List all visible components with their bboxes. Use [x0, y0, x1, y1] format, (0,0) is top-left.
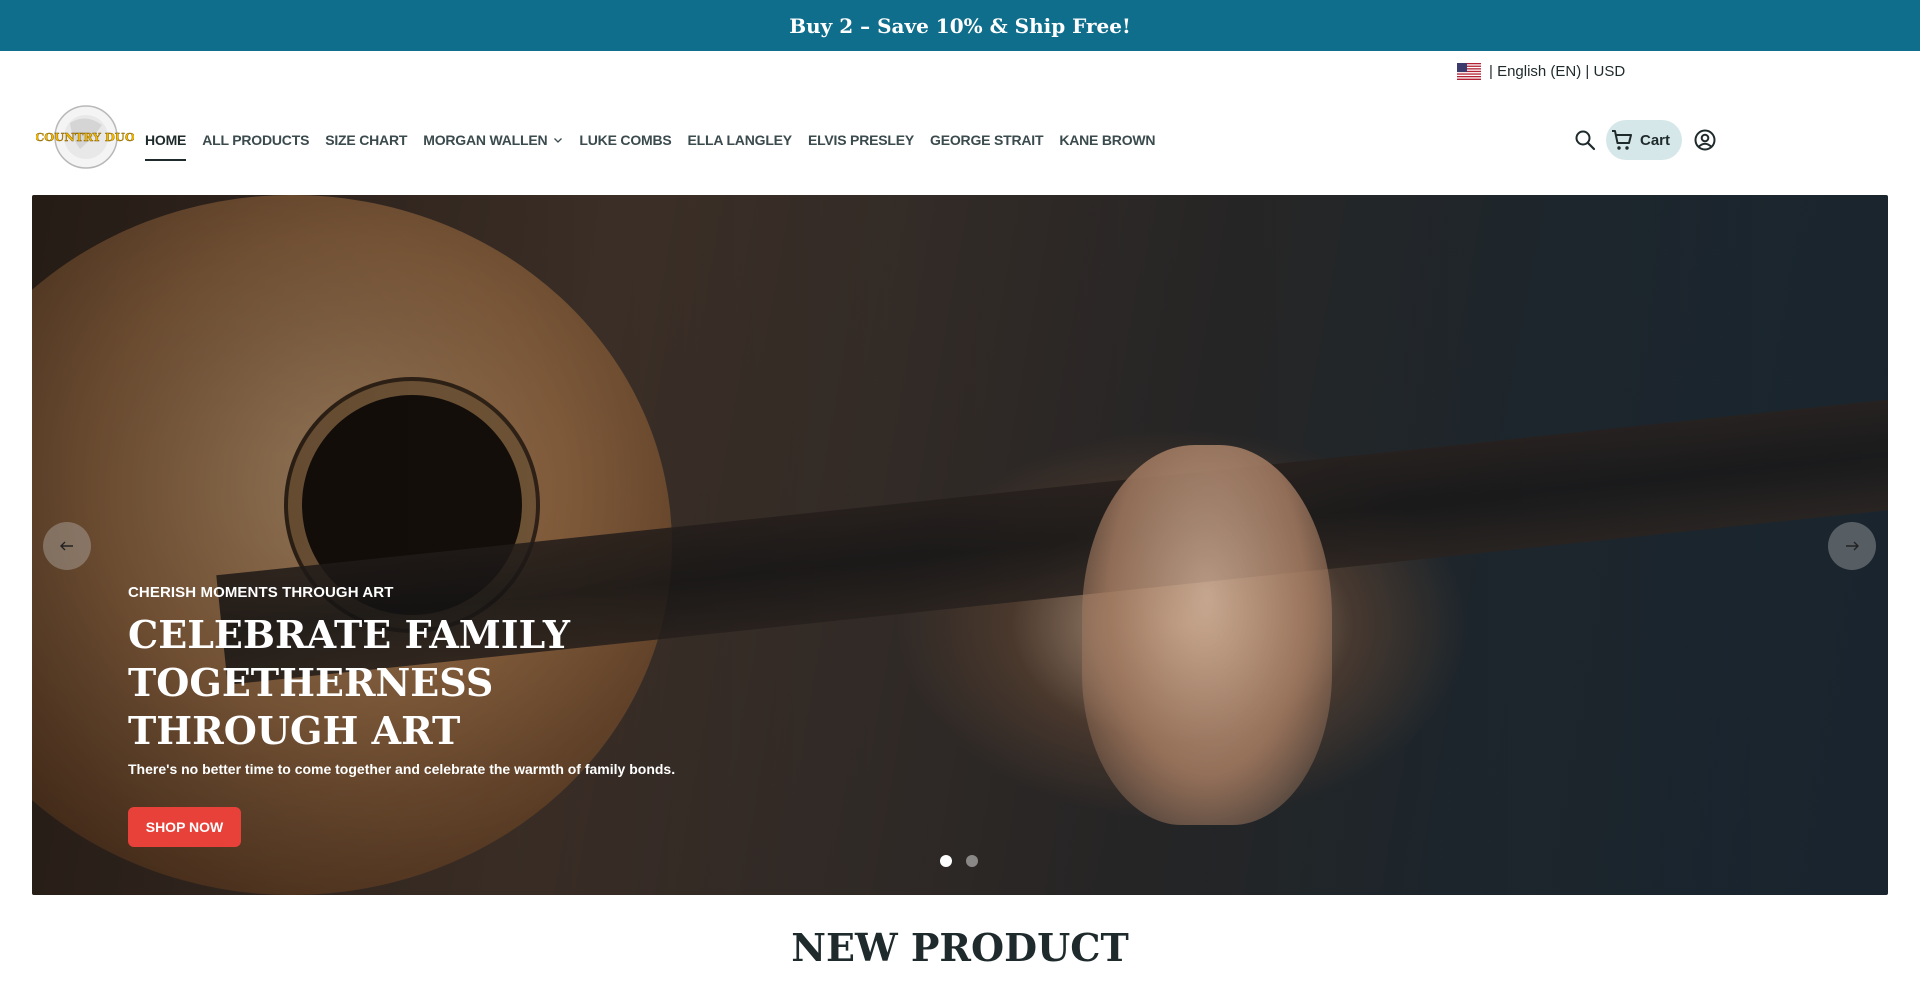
- nav-label: HOME: [145, 132, 187, 148]
- locale-text: | English (EN) | USD: [1489, 63, 1626, 80]
- hero-title: CELEBRATE FAMILY TOGETHERNESS THROUGH AR…: [128, 611, 888, 755]
- cart-label: Cart: [1640, 131, 1671, 149]
- account-button[interactable]: [1690, 125, 1720, 155]
- arrow-right-icon: [1846, 541, 1859, 551]
- nav-item-all-products[interactable]: ALL PRODUCTS: [202, 125, 309, 155]
- logo-image: COUNTRY DUO: [35, 105, 135, 169]
- arrow-left-icon: [60, 541, 73, 551]
- logo-text: COUNTRY DUO: [36, 130, 134, 144]
- search-button[interactable]: [1570, 125, 1600, 155]
- hero-subtitle: There's no better time to come together …: [128, 761, 676, 777]
- slide-prev-button[interactable]: [43, 522, 91, 570]
- locale-bar: | English (EN) | USD: [0, 51, 1920, 95]
- hero-slideshow: CHERISH MOMENTS THROUGH ART CELEBRATE FA…: [32, 195, 1888, 895]
- locale-selector[interactable]: | English (EN) | USD: [1457, 63, 1625, 80]
- nav-label: MORGAN WALLEN: [423, 132, 548, 148]
- announcement-text: Buy 2 – Save 10% & Ship Free!: [789, 13, 1131, 38]
- nav-item-ella-langley[interactable]: ELLA LANGLEY: [687, 125, 793, 155]
- hero-title-line: CELEBRATE FAMILY TOGETHERNESS: [128, 612, 570, 705]
- nav-item-morgan-wallen[interactable]: MORGAN WALLEN: [423, 125, 563, 155]
- main-nav: HOME ALL PRODUCTS SIZE CHART MORGAN WALL…: [145, 125, 1171, 161]
- hero-title-line: THROUGH ART: [128, 708, 461, 753]
- hero-eyebrow: CHERISH MOMENTS THROUGH ART: [128, 584, 394, 601]
- nav-item-luke-combs[interactable]: LUKE COMBS: [579, 125, 671, 155]
- search-icon: [1575, 130, 1596, 151]
- chevron-down-icon: [554, 138, 563, 143]
- nav-label: GEORGE STRAIT: [930, 132, 1044, 148]
- nav-label: ALL PRODUCTS: [202, 132, 310, 148]
- header-actions: Cart: [1570, 119, 1720, 161]
- nav-label: ELLA LANGLEY: [687, 132, 793, 148]
- hero-content: CHERISH MOMENTS THROUGH ART CELEBRATE FA…: [128, 584, 888, 847]
- slide-next-button[interactable]: [1828, 522, 1876, 570]
- us-flag-icon: [1457, 63, 1481, 80]
- section-title-new-product: NEW PRODUCT: [791, 925, 1129, 970]
- site-logo[interactable]: COUNTRY DUO: [35, 103, 135, 171]
- nav-item-george-strait[interactable]: GEORGE STRAIT: [930, 125, 1043, 155]
- nav-item-kane-brown[interactable]: KANE BROWN: [1059, 125, 1155, 155]
- slide-dot-2[interactable]: [966, 855, 978, 867]
- nav-item-elvis-presley[interactable]: ELVIS PRESLEY: [808, 125, 914, 155]
- shop-now-button[interactable]: SHOP NOW: [128, 807, 241, 847]
- account-icon: [1694, 129, 1716, 151]
- nav-label: KANE BROWN: [1059, 132, 1156, 148]
- cart-icon: [1612, 130, 1632, 150]
- announcement-bar: Buy 2 – Save 10% & Ship Free!: [0, 0, 1920, 51]
- cart-button[interactable]: Cart: [1606, 120, 1683, 160]
- nav-label: ELVIS PRESLEY: [807, 132, 915, 148]
- site-header: COUNTRY DUO HOME ALL PRODUCTS SIZE CHART…: [0, 95, 1920, 195]
- slide-dots: [940, 855, 978, 867]
- slide-dot-1[interactable]: [940, 855, 952, 867]
- nav-label: SIZE CHART: [325, 132, 408, 148]
- nav-item-size-chart[interactable]: SIZE CHART: [325, 125, 407, 155]
- nav-item-home[interactable]: HOME: [145, 125, 187, 161]
- nav-label: LUKE COMBS: [579, 132, 672, 148]
